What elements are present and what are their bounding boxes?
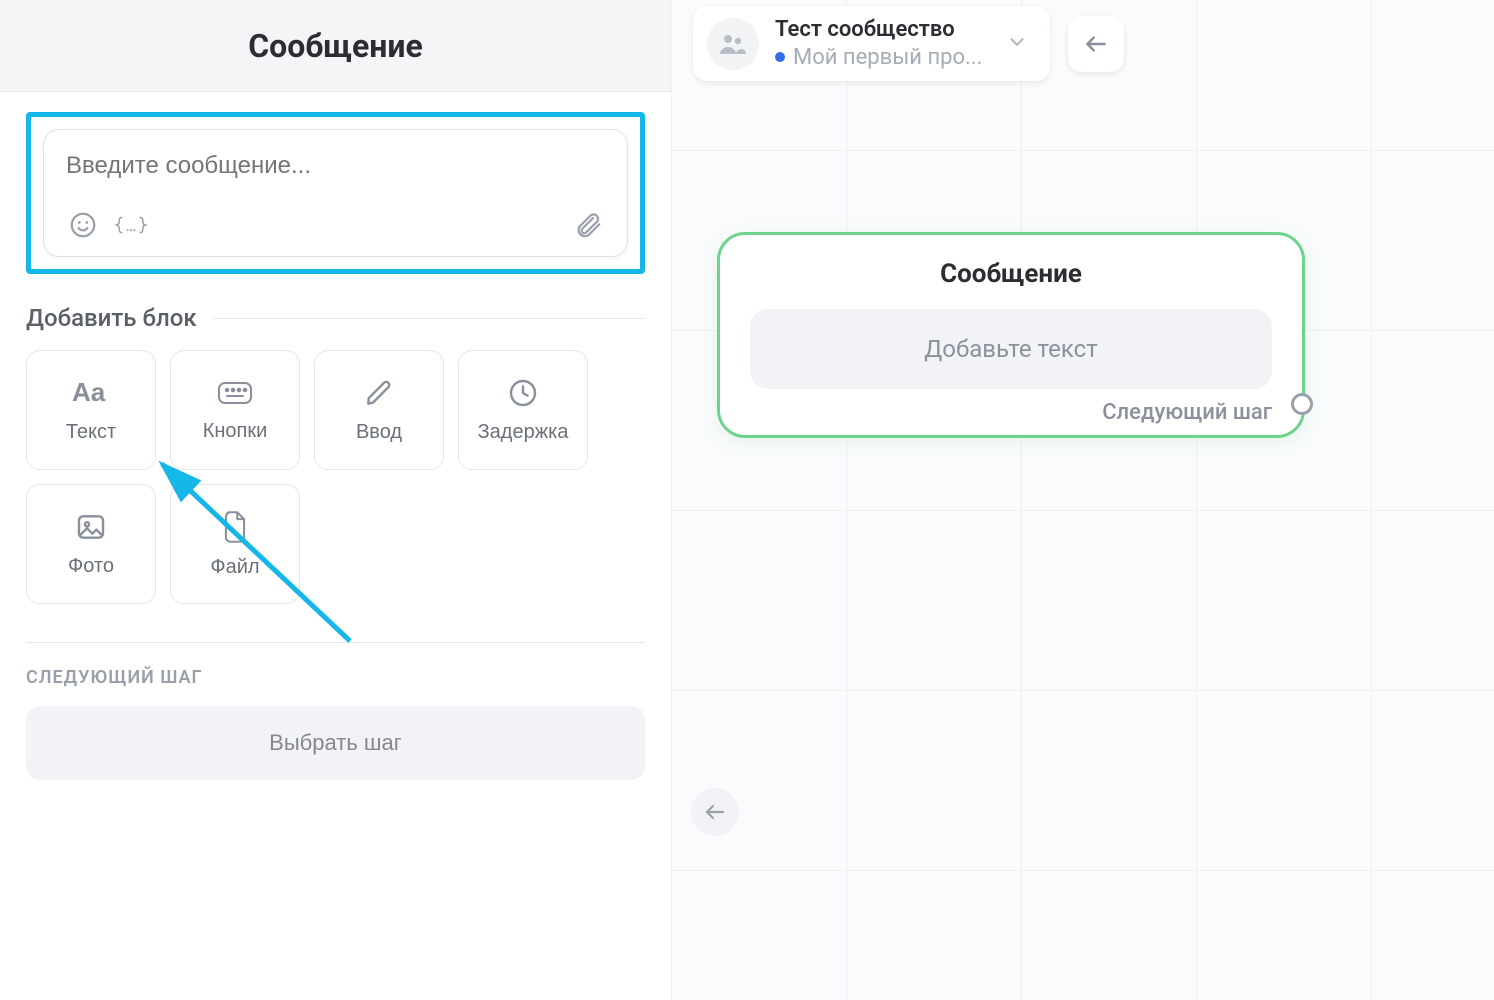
- block-label: Файл: [210, 556, 259, 579]
- choose-step-button[interactable]: Выбрать шаг: [26, 706, 645, 780]
- add-block-label: Добавить блок: [26, 304, 197, 332]
- svg-text:Aa: Aa: [72, 377, 106, 407]
- chevron-down-icon[interactable]: [998, 23, 1036, 65]
- block-input-button[interactable]: Ввод: [314, 350, 444, 470]
- canvas-header: Тест сообщество Мой первый про...: [693, 6, 1124, 81]
- keyboard-icon: [216, 378, 254, 408]
- panel-header: Сообщение: [0, 0, 671, 92]
- block-file-button[interactable]: Файл: [170, 484, 300, 604]
- divider: [26, 642, 645, 643]
- file-icon: [221, 510, 249, 544]
- message-composer[interactable]: [43, 129, 628, 257]
- attachment-icon[interactable]: [571, 208, 605, 242]
- message-composer-highlight: [26, 112, 645, 274]
- block-delay-button[interactable]: Задержка: [458, 350, 588, 470]
- node-title: Сообщение: [750, 259, 1272, 289]
- community-chip[interactable]: Тест сообщество Мой первый про...: [693, 6, 1050, 81]
- clock-icon: [507, 377, 539, 409]
- pencil-icon: [363, 377, 395, 409]
- image-icon: [75, 511, 107, 543]
- community-title: Тест сообщество: [775, 16, 982, 44]
- add-block-section: Добавить блок: [26, 304, 645, 332]
- message-node[interactable]: Сообщение Добавьте текст Следующий шаг: [717, 232, 1305, 438]
- block-buttons-button[interactable]: Кнопки: [170, 350, 300, 470]
- blocks-grid: Aa Текст Кнопки Ввод Задержка Фото Фа: [26, 350, 645, 604]
- message-toolbar: [66, 208, 605, 242]
- next-step-heading: СЛЕДУЮЩИЙ ШАГ: [26, 667, 645, 688]
- arrow-left-icon: [703, 800, 727, 824]
- canvas-prev-button[interactable]: [691, 788, 739, 836]
- emoji-icon[interactable]: [66, 208, 100, 242]
- variable-icon[interactable]: [114, 208, 148, 242]
- community-subtitle: Мой первый про...: [793, 44, 982, 72]
- node-output-port[interactable]: [1291, 393, 1313, 415]
- community-avatar-icon: [707, 18, 759, 70]
- block-label: Фото: [68, 555, 114, 578]
- panel-title: Сообщение: [248, 27, 423, 65]
- block-photo-button[interactable]: Фото: [26, 484, 156, 604]
- block-label: Кнопки: [203, 420, 268, 443]
- block-label: Задержка: [478, 421, 569, 444]
- text-icon: Aa: [72, 377, 110, 409]
- block-label: Ввод: [356, 421, 402, 444]
- divider: [213, 318, 645, 319]
- status-dot-icon: [775, 52, 785, 62]
- block-label: Текст: [66, 421, 116, 444]
- message-input[interactable]: [66, 152, 605, 180]
- collapse-button[interactable]: [1068, 16, 1124, 72]
- node-body-placeholder[interactable]: Добавьте текст: [750, 309, 1272, 389]
- node-next-label: Следующий шаг: [1102, 400, 1272, 425]
- editor-panel: Сообщение: [0, 0, 671, 1000]
- flow-canvas[interactable]: Тест сообщество Мой первый про... Сообще…: [671, 0, 1494, 1000]
- arrow-left-icon: [1083, 31, 1109, 57]
- block-text-button[interactable]: Aa Текст: [26, 350, 156, 470]
